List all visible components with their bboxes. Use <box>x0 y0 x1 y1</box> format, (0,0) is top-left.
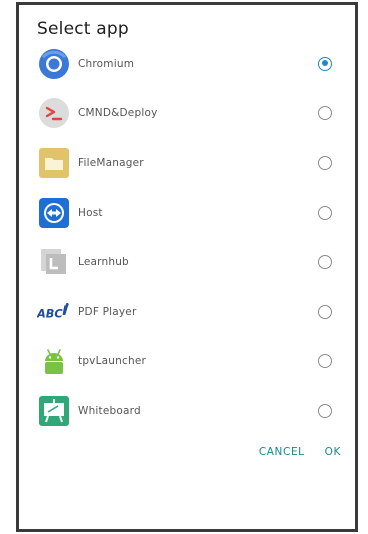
learnhub-icon <box>37 245 71 279</box>
pdf-player-icon: ABC <box>37 295 71 329</box>
select-app-dialog: Select app Chromium CMND&Deploy FileMana… <box>16 2 358 532</box>
app-option-pdf-player[interactable]: ABC PDF Player <box>19 287 355 337</box>
app-option-chromium[interactable]: Chromium <box>19 39 355 89</box>
app-option-learnhub[interactable]: Learnhub <box>19 237 355 287</box>
dialog-title: Select app <box>37 19 129 39</box>
app-label: CMND&Deploy <box>78 107 158 120</box>
app-label: Learnhub <box>78 256 129 269</box>
app-label: PDF Player <box>78 305 137 318</box>
app-option-host[interactable]: Host <box>19 188 355 238</box>
radio-button[interactable] <box>318 255 332 270</box>
host-icon <box>37 196 71 230</box>
app-option-whiteboard[interactable]: Whiteboard <box>19 386 355 436</box>
app-option-filemanager[interactable]: FileManager <box>19 138 355 188</box>
chromium-icon <box>37 47 71 81</box>
app-list: Chromium CMND&Deploy FileManager Host Le… <box>19 39 355 436</box>
app-label: Host <box>78 206 103 219</box>
app-option-cmnd-deploy[interactable]: CMND&Deploy <box>19 89 355 139</box>
radio-button[interactable] <box>318 155 332 170</box>
app-label: FileManager <box>78 156 144 169</box>
app-label: Whiteboard <box>78 404 141 417</box>
whiteboard-icon <box>37 394 71 428</box>
dialog-actions: CANCEL OK <box>259 446 341 458</box>
radio-button[interactable] <box>318 354 332 369</box>
folder-icon <box>37 146 71 180</box>
app-label: tpvLauncher <box>78 355 146 368</box>
radio-button[interactable] <box>318 205 332 220</box>
radio-button[interactable] <box>318 403 332 418</box>
cancel-button[interactable]: CANCEL <box>259 446 305 458</box>
app-label: Chromium <box>78 57 135 70</box>
radio-button[interactable] <box>318 106 332 121</box>
radio-button-selected[interactable] <box>318 56 332 71</box>
ok-button[interactable]: OK <box>325 446 341 458</box>
app-option-tpvlauncher[interactable]: tpvLauncher <box>19 337 355 387</box>
svg-text:ABC: ABC <box>37 306 63 320</box>
cmnd-deploy-icon <box>37 96 71 130</box>
radio-button[interactable] <box>318 304 332 319</box>
android-icon <box>37 344 71 378</box>
